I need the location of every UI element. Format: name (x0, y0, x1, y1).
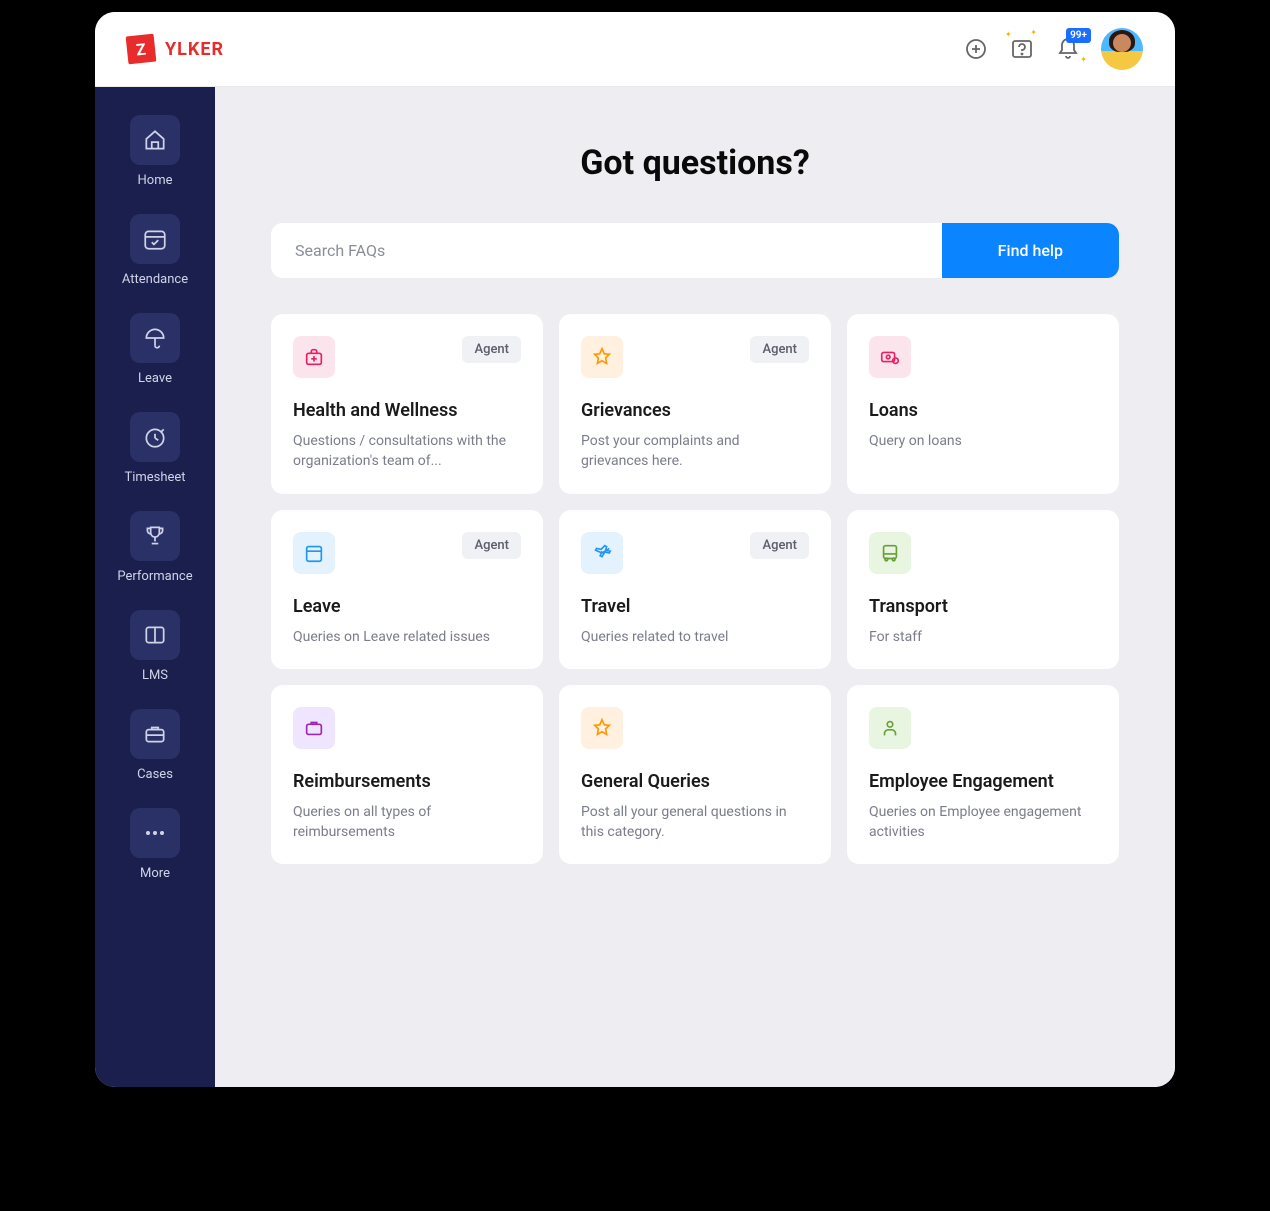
search-input[interactable] (271, 223, 942, 278)
card-leave[interactable]: Agent Leave Queries on Leave related iss… (271, 510, 543, 669)
sidebar-item-label: LMS (142, 668, 168, 683)
sidebar-item-label: Home (138, 173, 173, 188)
home-icon (130, 115, 180, 165)
sidebar-item-label: Cases (137, 767, 173, 782)
sidebar-item-leave[interactable]: Leave (107, 309, 203, 390)
header-actions: ✦ ✦ ✦ 99+ (963, 28, 1143, 70)
card-desc: Queries on Leave related issues (293, 627, 521, 647)
page-title: Got questions? (271, 143, 1119, 183)
sidebar-item-label: More (140, 866, 170, 881)
notification-badge: 99+ (1066, 28, 1091, 43)
person-icon (869, 707, 911, 749)
calendar-icon (293, 532, 335, 574)
card-grievances[interactable]: Agent Grievances Post your complaints an… (559, 314, 831, 494)
header: Z YLKER ✦ ✦ ✦ 99+ (95, 12, 1175, 87)
clock-icon (130, 412, 180, 462)
sidebar-item-timesheet[interactable]: Timesheet (107, 408, 203, 489)
card-title: Transport (869, 596, 1097, 617)
card-desc: Queries related to travel (581, 627, 809, 647)
find-help-button[interactable]: Find help (942, 223, 1119, 278)
sidebar-item-performance[interactable]: Performance (107, 507, 203, 588)
card-title: Health and Wellness (293, 400, 521, 421)
umbrella-icon (130, 313, 180, 363)
trophy-icon (130, 511, 180, 561)
card-desc: Post all your general questions in this … (581, 802, 809, 843)
medical-bag-icon (293, 336, 335, 378)
sidebar-item-lms[interactable]: LMS (107, 606, 203, 687)
card-title: Loans (869, 400, 1097, 421)
card-travel[interactable]: Agent Travel Queries related to travel (559, 510, 831, 669)
agent-badge: Agent (750, 532, 809, 559)
card-desc: Queries on Employee engagement activitie… (869, 802, 1097, 843)
card-title: Grievances (581, 400, 809, 421)
sidebar-item-label: Performance (117, 569, 192, 584)
card-title: General Queries (581, 771, 809, 792)
sidebar-item-label: Timesheet (124, 470, 185, 485)
card-desc: For staff (869, 627, 1097, 647)
search-bar: Find help (271, 223, 1119, 278)
card-health-and-wellness[interactable]: Agent Health and Wellness Questions / co… (271, 314, 543, 494)
card-employee-engagement[interactable]: Employee Engagement Queries on Employee … (847, 685, 1119, 865)
agent-badge: Agent (462, 532, 521, 559)
card-desc: Post your complaints and grievances here… (581, 431, 809, 472)
app-window: Z YLKER ✦ ✦ ✦ 99+ (95, 12, 1175, 1087)
card-desc: Query on loans (869, 431, 1097, 451)
card-general-queries[interactable]: General Queries Post all your general qu… (559, 685, 831, 865)
card-transport[interactable]: Transport For staff (847, 510, 1119, 669)
star-icon (581, 336, 623, 378)
bus-icon (869, 532, 911, 574)
add-icon[interactable] (963, 36, 989, 62)
briefcase-icon (130, 709, 180, 759)
calendar-check-icon (130, 214, 180, 264)
notifications-icon[interactable]: ✦ 99+ (1055, 36, 1081, 62)
sidebar-item-attendance[interactable]: Attendance (107, 210, 203, 291)
card-loans[interactable]: Loans Query on loans (847, 314, 1119, 494)
briefcase-icon (293, 707, 335, 749)
avatar[interactable] (1101, 28, 1143, 70)
logo-text: YLKER (165, 39, 224, 60)
sidebar-item-label: Attendance (122, 272, 188, 287)
money-icon (869, 336, 911, 378)
more-icon (130, 808, 180, 858)
agent-badge: Agent (462, 336, 521, 363)
sidebar-item-more[interactable]: More (107, 804, 203, 885)
logo-mark: Z (126, 34, 157, 65)
card-reimbursements[interactable]: Reimbursements Queries on all types of r… (271, 685, 543, 865)
card-title: Employee Engagement (869, 771, 1097, 792)
card-desc: Questions / consultations with the organ… (293, 431, 521, 472)
book-icon (130, 610, 180, 660)
agent-badge: Agent (750, 336, 809, 363)
star-icon (581, 707, 623, 749)
plane-icon (581, 532, 623, 574)
body: Home Attendance Leave Timesheet (95, 87, 1175, 1087)
card-title: Reimbursements (293, 771, 521, 792)
sidebar-item-home[interactable]: Home (107, 111, 203, 192)
cards-grid: Agent Health and Wellness Questions / co… (271, 314, 1119, 864)
card-desc: Queries on all types of reimbursements (293, 802, 521, 843)
help-icon[interactable]: ✦ ✦ (1009, 36, 1035, 62)
card-title: Leave (293, 596, 521, 617)
main-content: Got questions? Find help Agent Health an… (215, 87, 1175, 1087)
sidebar-item-label: Leave (138, 371, 172, 386)
logo[interactable]: Z YLKER (127, 35, 224, 63)
sidebar-item-cases[interactable]: Cases (107, 705, 203, 786)
sidebar: Home Attendance Leave Timesheet (95, 87, 215, 1087)
card-title: Travel (581, 596, 809, 617)
